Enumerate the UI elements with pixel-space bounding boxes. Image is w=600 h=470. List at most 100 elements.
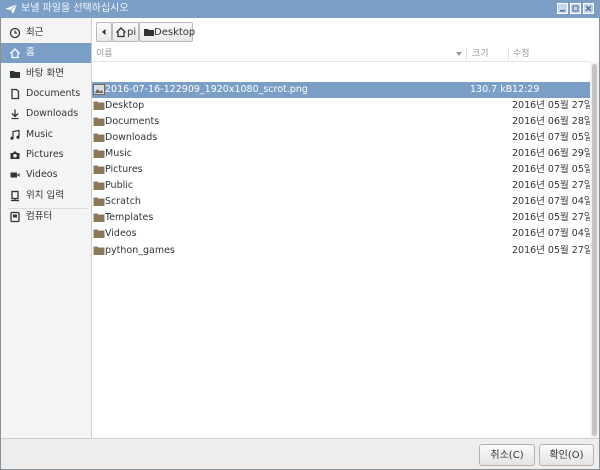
folder-icon <box>93 229 105 238</box>
file-row[interactable]: Documents 2016년 06월 28일 <box>92 114 593 130</box>
folder-icon <box>93 133 105 142</box>
file-name: Music <box>105 148 133 159</box>
sidebar-item-label: 컴퓨터 <box>26 211 53 222</box>
file-modified: 2016년 07월 04일 <box>512 196 593 207</box>
minimize-button[interactable] <box>557 3 568 14</box>
file-name: 2016-07-16-122909_1920x1080_scrot.png <box>105 84 308 95</box>
file-modified: 2016년 05월 27일 <box>512 100 593 111</box>
music-icon <box>10 129 20 140</box>
sidebar-item-pictures[interactable]: Pictures <box>1 145 91 165</box>
file-name: Documents <box>105 116 160 127</box>
column-divider <box>466 48 467 60</box>
close-icon <box>585 5 592 12</box>
home-icon <box>116 27 126 38</box>
column-divider <box>508 48 509 60</box>
clock-icon <box>9 27 21 39</box>
sidebar-item-enter-location[interactable]: 위치 입력 <box>1 186 91 206</box>
sidebar-item-downloads[interactable]: Downloads <box>1 104 91 124</box>
file-row[interactable]: Pictures 2016년 07월 05일 <box>92 162 593 178</box>
ok-button[interactable]: 확인(O) <box>539 444 594 466</box>
file-row[interactable]: Desktop 2016년 05월 27일 <box>92 98 593 114</box>
dialog-action-bar: 취소(C) 확인(O) <box>1 438 599 469</box>
video-icon <box>10 172 20 178</box>
file-row[interactable]: Scratch 2016년 07월 04일 <box>92 194 593 210</box>
maximize-button[interactable] <box>570 3 581 14</box>
file-row[interactable]: Public 2016년 05월 27일 <box>92 178 593 194</box>
minimize-icon <box>560 10 565 12</box>
file-name: python_games <box>105 245 175 256</box>
sidebar-item-label: Music <box>26 129 54 140</box>
sidebar-item-label: 최근 <box>26 27 44 38</box>
window-title: 보낼 파일을 선택하십시오 <box>21 3 129 14</box>
folder-icon <box>93 213 105 222</box>
sidebar-item-label: 홈 <box>26 47 35 58</box>
sidebar-item-documents[interactable]: Documents <box>1 84 91 104</box>
title-bar: 보낼 파일을 선택하십시오 <box>0 0 600 18</box>
file-modified: 2016년 07월 05일 <box>512 164 593 175</box>
location-icon <box>11 190 19 202</box>
places-sidebar: 최근 홈 바탕 화면 Documents Downloads Music Pic… <box>1 18 92 438</box>
cancel-button[interactable]: 취소(C) <box>479 444 535 466</box>
folder-icon <box>93 181 105 190</box>
folder-icon <box>93 197 105 206</box>
file-name: Videos <box>105 228 137 239</box>
sidebar-item-label: Downloads <box>26 108 79 119</box>
file-chooser-dialog: 최근 홈 바탕 화면 Documents Downloads Music Pic… <box>0 18 600 470</box>
paper-plane-icon <box>5 3 18 14</box>
path-back-button[interactable] <box>96 22 112 42</box>
sidebar-item-label: 위치 입력 <box>26 190 64 201</box>
path-segment-home[interactable]: pi <box>112 22 139 42</box>
cancel-button-label: 취소(C) <box>490 450 524 461</box>
sidebar-item-videos[interactable]: Videos <box>1 165 91 185</box>
file-name: Desktop <box>105 100 145 111</box>
file-row[interactable]: 2016-07-16-122909_1920x1080_scrot.png 13… <box>92 82 590 98</box>
image-file-icon <box>93 84 105 95</box>
download-icon <box>11 109 19 120</box>
file-name: Public <box>105 180 134 191</box>
column-modified-header[interactable]: 수정 <box>513 48 530 60</box>
sidebar-item-music[interactable]: Music <box>1 125 91 145</box>
folder-icon <box>93 165 105 174</box>
sidebar-item-home[interactable]: 홈 <box>1 43 91 63</box>
sidebar-item-label: 바탕 화면 <box>26 68 64 79</box>
sidebar-item-recent[interactable]: 최근 <box>1 23 91 43</box>
close-button[interactable] <box>583 3 594 14</box>
path-segment-desktop[interactable]: Desktop <box>139 22 196 42</box>
file-modified: 2016년 07월 04일 <box>512 228 593 239</box>
file-row[interactable]: Templates 2016년 05월 27일 <box>92 210 593 226</box>
sidebar-item-computer[interactable]: 컴퓨터 <box>1 207 91 227</box>
file-row[interactable]: Downloads 2016년 07월 05일 <box>92 130 593 146</box>
home-icon <box>10 48 20 59</box>
file-modified: 2016년 05월 27일 <box>512 180 593 191</box>
vertical-scrollbar[interactable] <box>590 62 599 438</box>
folder-icon <box>93 117 105 126</box>
folder-icon <box>93 101 105 110</box>
sidebar-item-label: Pictures <box>26 149 64 160</box>
file-name: Downloads <box>105 132 158 143</box>
scrollbar-thumb[interactable] <box>592 64 597 436</box>
file-row[interactable]: python_games 2016년 05월 27일 <box>92 243 593 259</box>
sidebar-item-label: Documents <box>26 88 81 99</box>
ok-button-label: 확인(O) <box>549 450 584 461</box>
camera-icon <box>10 151 20 159</box>
folder-icon <box>10 71 20 78</box>
document-icon <box>11 88 20 100</box>
file-name: Scratch <box>105 196 141 207</box>
file-modified: 12:29 <box>512 84 540 95</box>
arrow-left-icon <box>102 29 106 35</box>
file-row[interactable]: Music 2016년 06월 29일 <box>92 146 593 162</box>
sidebar-item-label: Videos <box>26 169 58 180</box>
computer-icon <box>10 211 20 223</box>
folder-icon <box>93 149 105 158</box>
file-modified: 2016년 07월 05일 <box>512 132 593 143</box>
path-segment-label: Desktop <box>154 27 196 38</box>
column-name-header[interactable]: 이름 <box>96 48 113 60</box>
file-modified: 2016년 05월 27일 <box>512 245 593 256</box>
folder-icon <box>93 246 105 255</box>
sidebar-item-desktop[interactable]: 바탕 화면 <box>1 64 91 84</box>
file-name: Templates <box>105 212 154 223</box>
path-segment-label: pi <box>127 27 137 38</box>
file-row[interactable]: Videos 2016년 07월 04일 <box>92 226 593 242</box>
file-list: 이름 크기 수정 2016-07-16-122909_1920x1080_scr… <box>92 46 593 438</box>
column-size-header[interactable]: 크기 <box>472 48 489 60</box>
